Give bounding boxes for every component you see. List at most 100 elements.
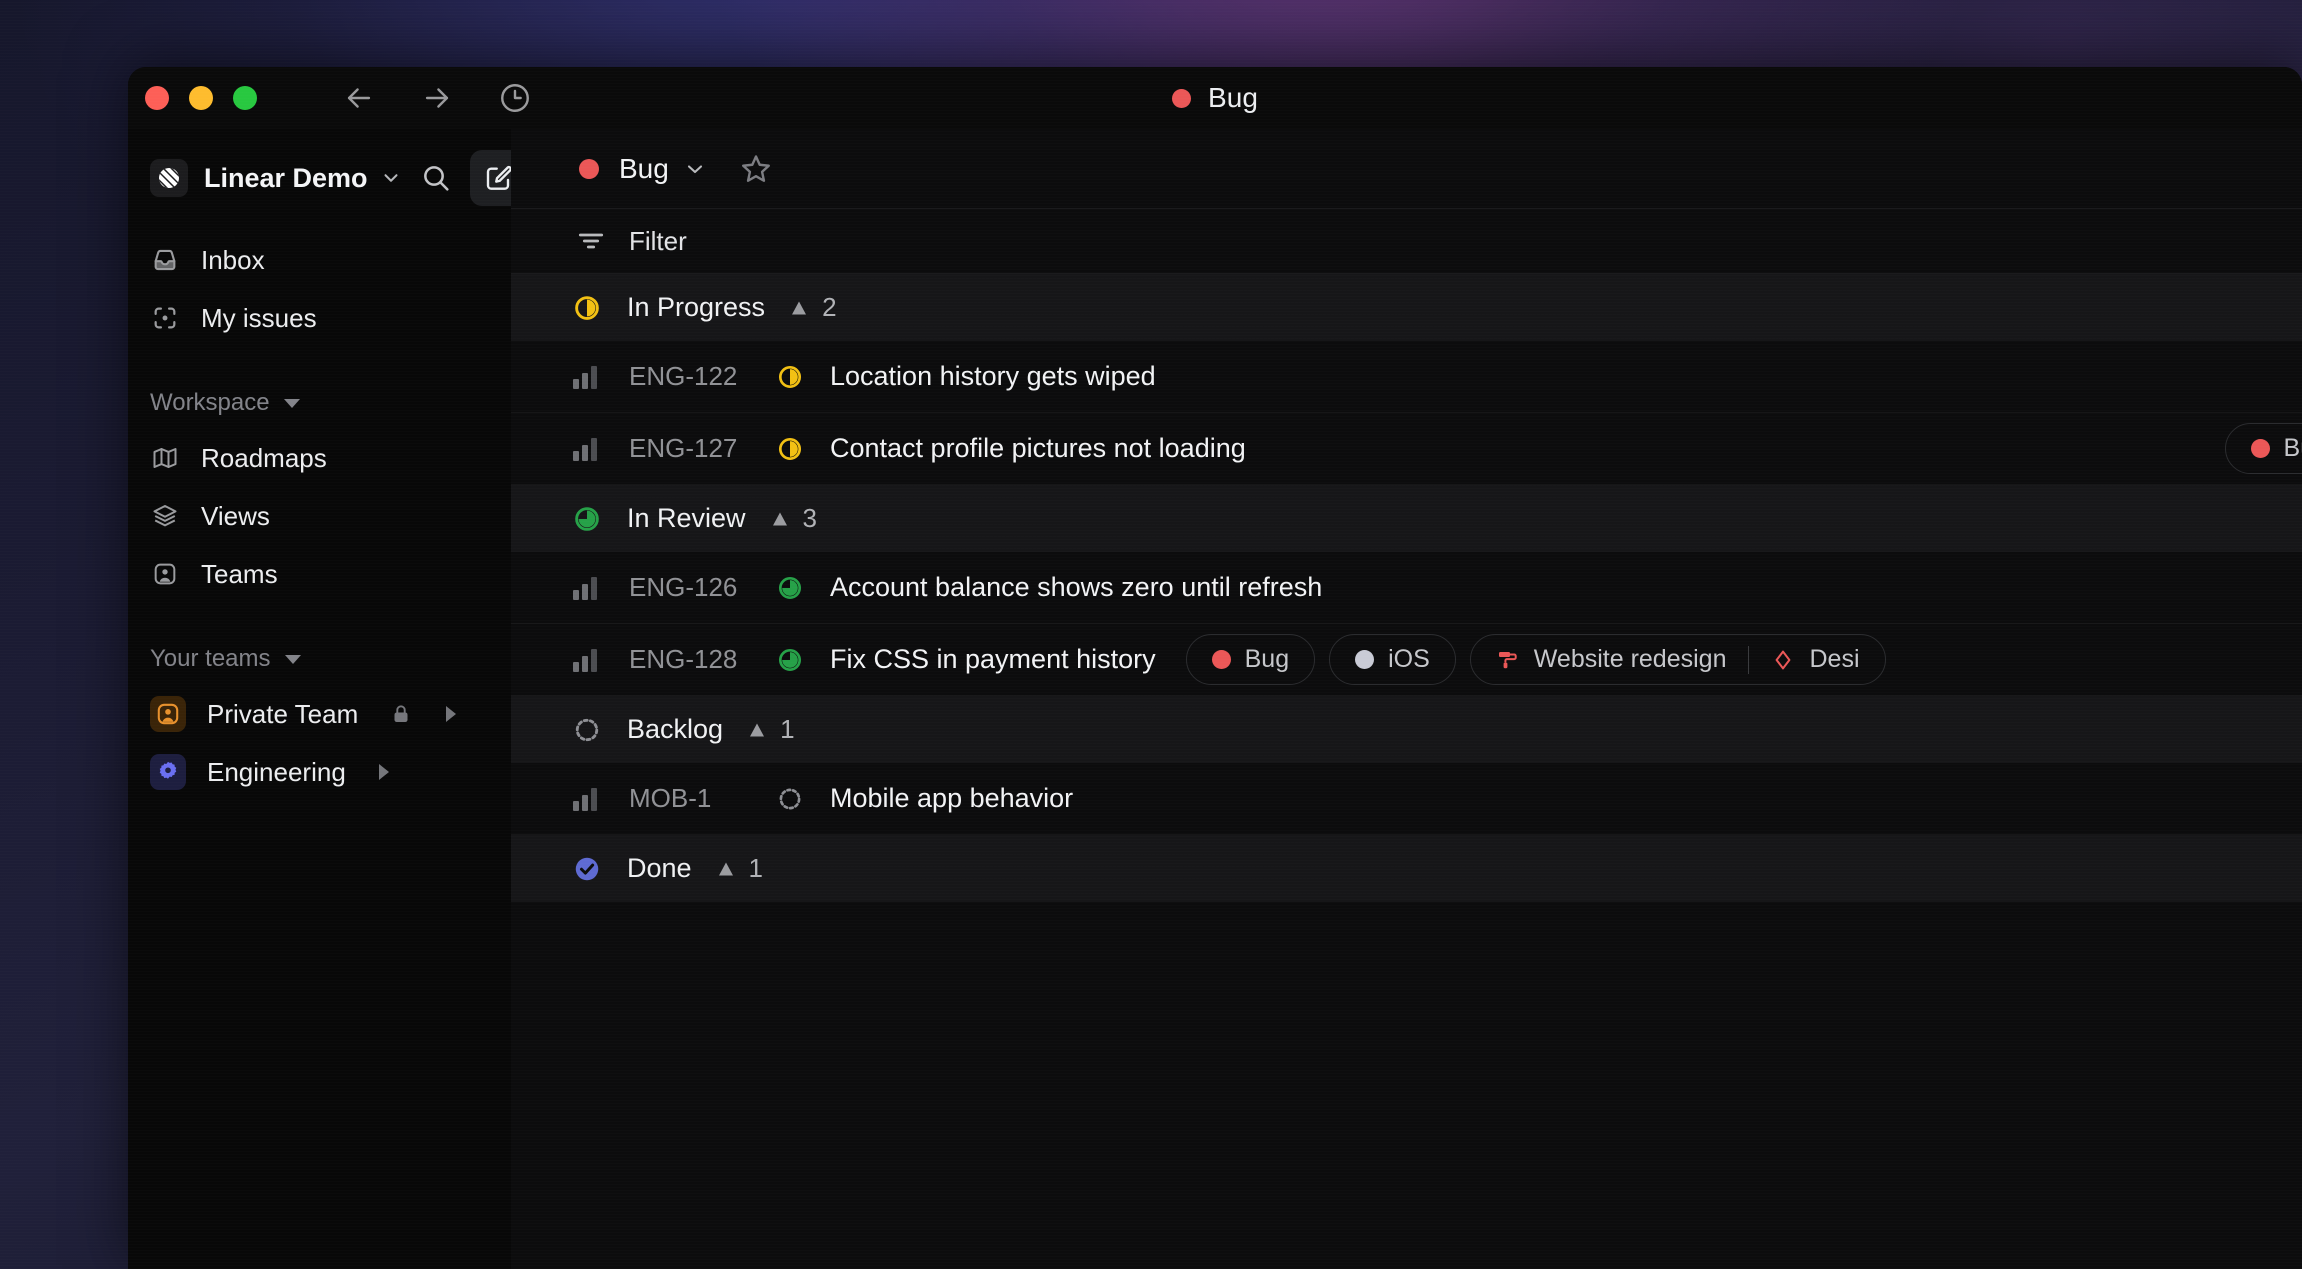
group-header-backlog[interactable]: Backlog 1 bbox=[511, 696, 2302, 763]
sidebar-section-your-teams[interactable]: Your teams bbox=[128, 633, 511, 685]
sidebar-item-inbox[interactable]: Inbox bbox=[128, 231, 511, 289]
caret-right-icon[interactable] bbox=[378, 764, 389, 780]
paint-roller-icon bbox=[1496, 648, 1520, 672]
group-header-in-review[interactable]: In Review 3 bbox=[511, 485, 2302, 552]
in-progress-icon bbox=[775, 363, 805, 391]
star-icon[interactable] bbox=[739, 152, 773, 186]
caret-right-icon[interactable] bbox=[446, 706, 457, 722]
table-row[interactable]: MOB-1 Mobile app behavior bbox=[511, 763, 2302, 835]
group-title: Done bbox=[627, 853, 692, 883]
window-titlebar: Bug bbox=[128, 67, 2302, 129]
label-badge-bug[interactable]: Bug bbox=[1185, 634, 1316, 685]
chevron-down-icon[interactable] bbox=[380, 167, 402, 189]
sidebar-primary-nav: Inbox My issues bbox=[128, 231, 511, 347]
label-badge-ios[interactable]: iOS bbox=[1329, 634, 1456, 685]
linear-logo-icon bbox=[150, 159, 188, 197]
in-review-icon bbox=[571, 503, 603, 535]
clock-icon[interactable] bbox=[498, 81, 532, 115]
sidebar-item-engineering[interactable]: Engineering bbox=[128, 743, 511, 801]
sidebar-item-views[interactable]: Views bbox=[128, 487, 511, 545]
triangle-icon bbox=[745, 718, 769, 742]
sidebar-item-label: Engineering bbox=[207, 756, 346, 787]
group-header-in-progress[interactable]: In Progress 2 bbox=[511, 274, 2302, 341]
triangle-icon bbox=[714, 857, 738, 881]
sidebar-item-label: Roadmaps bbox=[201, 442, 327, 473]
group-header-done[interactable]: Done 1 bbox=[511, 835, 2302, 902]
issue-title: Location history gets wiped bbox=[830, 361, 1156, 391]
in-progress-icon bbox=[571, 292, 603, 324]
group-count: 2 bbox=[822, 292, 837, 322]
table-row[interactable]: ENG-122 Location history gets wiped bbox=[511, 341, 2302, 413]
filter-icon bbox=[575, 225, 607, 257]
in-progress-icon bbox=[775, 435, 805, 463]
priority-bars-icon bbox=[573, 365, 603, 389]
arrow-right-icon[interactable] bbox=[420, 81, 454, 115]
caret-down-icon bbox=[284, 654, 301, 664]
close-button[interactable] bbox=[145, 86, 169, 110]
divider bbox=[1748, 645, 1750, 674]
sidebar-item-roadmaps[interactable]: Roadmaps bbox=[128, 429, 511, 487]
sidebar-item-private-team[interactable]: Private Team bbox=[128, 685, 511, 743]
triangle-icon bbox=[787, 296, 811, 320]
filter-bar[interactable]: Filter bbox=[511, 209, 2302, 274]
group-title: Backlog bbox=[627, 714, 724, 744]
caret-down-icon bbox=[283, 398, 300, 408]
map-icon bbox=[150, 443, 180, 473]
titlebar-status-dot bbox=[1171, 88, 1191, 108]
group-count: 3 bbox=[802, 503, 818, 533]
triangle-icon bbox=[768, 507, 792, 531]
milestone-name: Desi bbox=[1809, 645, 1860, 673]
section-title: Your teams bbox=[150, 645, 271, 672]
sidebar-item-teams[interactable]: Teams bbox=[128, 545, 511, 603]
label-badge[interactable]: Bug bbox=[2224, 423, 2302, 474]
layers-icon bbox=[150, 501, 180, 531]
my-issues-icon bbox=[150, 303, 180, 333]
minimize-button[interactable] bbox=[189, 86, 213, 110]
backlog-icon bbox=[775, 785, 805, 813]
titlebar-label: Bug bbox=[1207, 82, 1259, 113]
desktop-background: Bug Linear Demo Inbox My issues Workspac… bbox=[0, 0, 2302, 1269]
sidebar: Linear Demo Inbox My issues Workspace Ro… bbox=[128, 129, 526, 1269]
table-row[interactable]: ENG-127 Contact profile pictures not loa… bbox=[511, 413, 2302, 485]
group-title: In Review bbox=[627, 503, 746, 533]
sidebar-item-label: My issues bbox=[201, 302, 317, 333]
sidebar-item-label: Private Team bbox=[207, 698, 359, 729]
workspace-switcher[interactable]: Linear Demo bbox=[128, 147, 526, 209]
linear-app-window: Bug Linear Demo Inbox My issues Workspac… bbox=[128, 67, 2302, 1269]
issue-title: Mobile app behavior bbox=[830, 783, 1074, 813]
table-row[interactable]: ENG-128 Fix CSS in payment history Bug i… bbox=[511, 624, 2302, 696]
issue-title: Account balance shows zero until refresh bbox=[830, 572, 1323, 602]
label-dot bbox=[2250, 439, 2270, 458]
label-dot bbox=[1355, 650, 1375, 669]
chevron-down-icon[interactable] bbox=[683, 157, 707, 181]
backlog-icon bbox=[571, 714, 603, 746]
maximize-button[interactable] bbox=[233, 86, 257, 110]
search-icon[interactable] bbox=[416, 158, 456, 198]
issue-id: ENG-128 bbox=[629, 644, 738, 674]
view-header: Bug bbox=[511, 129, 2302, 209]
view-status-dot bbox=[579, 158, 599, 179]
in-review-icon bbox=[775, 646, 805, 674]
project-badge[interactable]: Website redesign Desi bbox=[1469, 634, 1886, 685]
arrow-left-icon[interactable] bbox=[342, 81, 376, 115]
issue-id: ENG-127 bbox=[629, 433, 738, 463]
gear-icon bbox=[150, 754, 186, 790]
section-title: Workspace bbox=[150, 389, 270, 416]
sidebar-item-my-issues[interactable]: My issues bbox=[128, 289, 511, 347]
team-avatar-icon bbox=[150, 696, 186, 732]
group-title: In Progress bbox=[627, 292, 766, 322]
issue-id: ENG-122 bbox=[629, 361, 738, 391]
label-dot bbox=[1211, 650, 1231, 669]
label-text: Bug bbox=[2283, 434, 2302, 462]
sidebar-section-workspace[interactable]: Workspace bbox=[128, 377, 511, 429]
issue-title: Fix CSS in payment history bbox=[830, 644, 1156, 674]
issue-id: ENG-126 bbox=[629, 572, 738, 602]
sidebar-item-label: Views bbox=[201, 500, 270, 531]
window-body: Linear Demo Inbox My issues Workspace Ro… bbox=[128, 129, 2302, 1269]
in-review-icon bbox=[775, 574, 805, 602]
label-text: Bug bbox=[1244, 645, 1290, 673]
filter-label: Filter bbox=[629, 225, 687, 256]
table-row[interactable]: ENG-126 Account balance shows zero until… bbox=[511, 552, 2302, 624]
workspace-name: Linear Demo bbox=[204, 162, 368, 193]
priority-bars-icon bbox=[573, 787, 603, 811]
